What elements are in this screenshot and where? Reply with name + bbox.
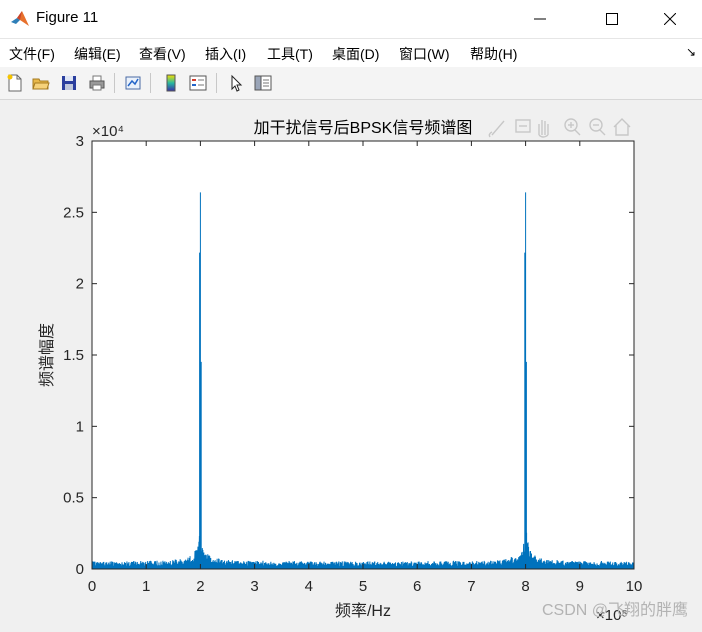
x-tick-label: 5 [359,578,367,595]
y-tick-label: 1.5 [63,347,84,364]
maximize-icon [606,13,618,25]
link-plot-icon [125,76,141,90]
home-icon[interactable] [613,118,631,136]
save-button[interactable] [58,72,80,94]
menu-window[interactable]: 窗口(W) [399,44,450,64]
menu-view[interactable]: 查看(V) [139,44,186,64]
x-tick-label: 3 [250,578,258,595]
brush-icon[interactable] [488,120,505,138]
link-plot-button[interactable] [122,72,144,94]
menu-desktop[interactable]: 桌面(D) [332,44,379,64]
y-tick-label: 2.5 [63,204,84,221]
window-title: Figure 11 [36,9,99,26]
colorbar-icon [166,74,176,92]
x-tick-label: 2 [196,578,204,595]
spectrum-plot[interactable]: 0 1 2 3 4 5 6 7 8 9 10 0 0.5 1 1.5 2 2.5 3 加干扰信号后BPSK信号频… [0,100,702,628]
zoom-in-icon[interactable] [564,118,581,136]
x-tick-label: 0 [88,578,96,595]
open-file-button[interactable] [30,72,52,94]
menu-tools[interactable]: 工具(T) [267,44,313,64]
menu-edit[interactable]: 编辑(E) [74,44,121,64]
property-editor-button[interactable] [252,72,274,94]
expand-toolstrip-icon[interactable]: ↘ [686,45,696,59]
x-tick-label: 6 [413,578,421,595]
colorbar-button[interactable] [160,72,182,94]
watermark: CSDN @飞翔的胖鹰 [541,602,688,619]
figure-canvas: 0 1 2 3 4 5 6 7 8 9 10 0 0.5 1 1.5 2 2.5 3 加干扰信号后BPSK信号频… [0,100,702,628]
y-tick-label: 3 [76,133,84,150]
zoom-out-icon[interactable] [589,118,606,136]
pointer-icon [231,74,243,92]
new-figure-icon [7,74,22,92]
property-editor-icon [254,75,272,91]
data-tips-icon[interactable] [515,119,531,133]
menu-help[interactable]: 帮助(H) [470,44,517,64]
menu-bar: 文件(F) 编辑(E) 查看(V) 插入(I) 工具(T) 桌面(D) 窗口(W… [0,39,702,67]
new-figure-button[interactable] [4,72,26,94]
matlab-logo-icon [11,11,29,26]
legend-button[interactable] [187,72,209,94]
x-tick-label: 7 [467,578,475,595]
print-icon [89,75,105,91]
axes-background [92,141,634,569]
toolbar-separator [150,73,151,93]
x-tick-label: 8 [521,578,529,595]
menu-insert[interactable]: 插入(I) [205,44,246,64]
pointer-button[interactable] [225,72,247,94]
minimize-button[interactable] [516,0,564,38]
y-tick-label: 2 [76,276,84,293]
x-tick-label: 9 [576,578,584,595]
x-tick-label: 4 [305,578,313,595]
axes-toolbar [488,118,631,138]
x-tick-label: 1 [142,578,150,595]
close-button[interactable] [646,0,694,38]
open-file-icon [32,78,50,90]
maximize-button[interactable] [588,0,636,38]
y-axis-exponent: ×10⁴ [92,123,124,140]
toolbar-separator [114,73,115,93]
y-tick-label: 0.5 [63,490,84,507]
toolbar-separator [216,73,217,93]
y-tick-label: 0 [76,561,84,578]
pan-icon[interactable] [538,120,549,138]
save-icon [62,76,76,90]
figure-toolbar [0,67,702,100]
close-icon [664,13,676,25]
legend-icon [189,75,207,91]
y-tick-label: 1 [76,418,84,435]
print-button[interactable] [86,72,108,94]
x-axis-label: 频率/Hz [335,602,391,620]
x-tick-label: 10 [626,578,643,595]
y-axis-label: 频谱幅度 [38,323,56,387]
minimize-icon [534,18,546,20]
chart-title: 加干扰信号后BPSK信号频谱图 [254,119,473,137]
title-bar: Figure 11 [0,0,702,39]
menu-file[interactable]: 文件(F) [9,44,55,64]
